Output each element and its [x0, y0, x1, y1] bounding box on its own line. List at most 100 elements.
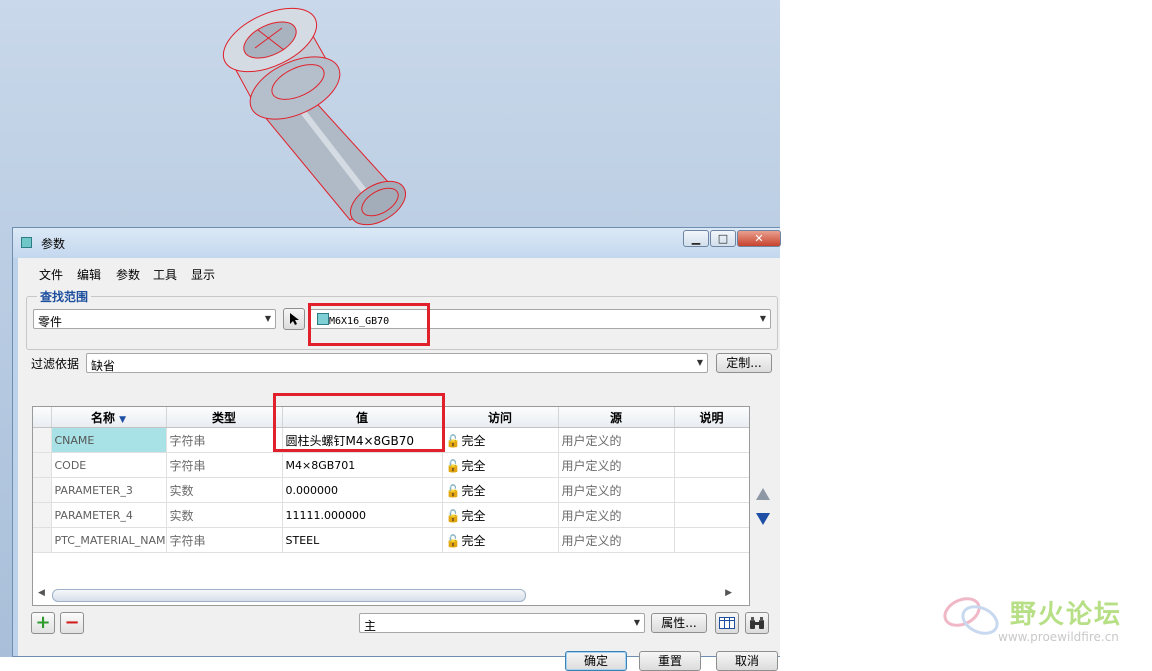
cell-access[interactable]: 🔓完全	[442, 477, 559, 503]
binoculars-icon	[750, 617, 764, 629]
header-value[interactable]: 值	[282, 407, 443, 428]
cell-type[interactable]: 实数	[166, 502, 283, 528]
header-rowhead	[33, 407, 52, 428]
watermark-logo-icon	[943, 597, 999, 635]
cell-source[interactable]: 用户定义的	[558, 527, 675, 553]
cell-access[interactable]: 🔓完全	[442, 527, 559, 553]
watermark-url: www.proewildfire.cn	[998, 630, 1119, 644]
scrollbar-thumb[interactable]	[52, 589, 526, 602]
row-header[interactable]	[33, 527, 52, 553]
menu-parameters[interactable]: 参数	[116, 266, 140, 283]
remove-parameter-button[interactable]: −	[60, 612, 84, 634]
customize-button[interactable]: 定制...	[716, 353, 772, 373]
lock-icon: 🔓	[445, 483, 461, 498]
cell-source[interactable]: 用户定义的	[558, 477, 675, 503]
main-select[interactable]: 主 ▼	[359, 613, 645, 633]
app-icon	[21, 237, 32, 248]
lock-icon: 🔓	[445, 433, 461, 448]
parameters-table[interactable]: 名称 ▼ 类型 值 访问 源 说明 CNAME 字符串 圆柱头螺钉M4×8GB7…	[32, 406, 750, 606]
move-up-icon[interactable]	[756, 488, 770, 500]
cursor-arrow-icon	[290, 313, 299, 325]
lock-icon: 🔓	[445, 508, 461, 523]
cell-source[interactable]: 用户定义的	[558, 502, 675, 528]
header-source[interactable]: 源	[558, 407, 675, 428]
cell-description[interactable]	[674, 527, 749, 553]
dialog-title: 参数	[41, 237, 66, 251]
cell-description[interactable]	[674, 502, 749, 528]
filter-label: 过滤依据	[31, 357, 80, 371]
chevron-down-icon: ▼	[264, 314, 271, 323]
menu-edit[interactable]: 编辑	[77, 266, 101, 283]
cell-value[interactable]: M4×8GB701	[282, 452, 443, 478]
cell-name[interactable]: PTC_MATERIAL_NAME	[51, 527, 167, 553]
header-type[interactable]: 类型	[166, 407, 283, 428]
properties-button[interactable]: 属性...	[651, 613, 707, 633]
cell-name[interactable]: PARAMETER_4	[51, 502, 167, 528]
filter-value: 缺省	[91, 359, 116, 373]
menu-file[interactable]: 文件	[39, 266, 63, 283]
part-icon	[317, 313, 329, 325]
row-header[interactable]	[33, 452, 52, 478]
cell-name[interactable]: CNAME	[51, 427, 167, 453]
cell-type[interactable]: 字符串	[166, 427, 283, 453]
scroll-left-icon[interactable]: ◀	[38, 588, 45, 598]
table-row[interactable]: PTC_MATERIAL_NAME 字符串 STEEL 🔓完全 用户定义的	[33, 527, 749, 553]
cell-value[interactable]: STEEL	[282, 527, 443, 553]
ok-button[interactable]: 确定	[565, 651, 627, 671]
table-header: 名称 ▼ 类型 值 访问 源 说明	[33, 407, 749, 428]
menu-tools[interactable]: 工具	[153, 266, 177, 283]
cell-type[interactable]: 实数	[166, 477, 283, 503]
lock-icon: 🔓	[445, 458, 461, 473]
select-pointer-button[interactable]	[283, 308, 305, 330]
table-row[interactable]: PARAMETER_3 实数 0.000000 🔓完全 用户定义的	[33, 477, 749, 503]
table-view-button[interactable]	[715, 612, 739, 634]
cell-name[interactable]: PARAMETER_3	[51, 477, 167, 503]
cell-type[interactable]: 字符串	[166, 452, 283, 478]
cell-value[interactable]: 圆柱头螺钉M4×8GB70	[282, 427, 443, 453]
chevron-down-icon: ▼	[696, 358, 703, 367]
cell-source[interactable]: 用户定义的	[558, 452, 675, 478]
watermark: 野火论坛 www.proewildfire.cn	[940, 590, 1150, 650]
cell-value[interactable]: 11111.000000	[282, 502, 443, 528]
binoculars-button[interactable]	[745, 612, 769, 634]
row-header[interactable]	[33, 477, 52, 503]
screw-model[interactable]	[0, 0, 780, 230]
model-value: M6X16_GB70	[329, 316, 390, 327]
cell-access[interactable]: 🔓完全	[442, 452, 559, 478]
header-name[interactable]: 名称 ▼	[51, 407, 167, 428]
table-row[interactable]: CNAME 字符串 圆柱头螺钉M4×8GB70 🔓完全 用户定义的	[33, 427, 749, 453]
model-select[interactable]: M6X16_GB70 ▼	[310, 309, 771, 329]
cell-value[interactable]: 0.000000	[282, 477, 443, 503]
row-header[interactable]	[33, 502, 52, 528]
reset-button[interactable]: 重置	[639, 651, 701, 671]
header-description[interactable]: 说明	[674, 407, 749, 428]
maximize-button[interactable]: □	[710, 230, 736, 247]
horizontal-scrollbar[interactable]: ◀ ▶	[36, 588, 736, 602]
cell-access[interactable]: 🔓完全	[442, 502, 559, 528]
cell-description[interactable]	[674, 427, 749, 453]
cell-source[interactable]: 用户定义的	[558, 427, 675, 453]
scroll-right-icon[interactable]: ▶	[725, 588, 732, 598]
chevron-down-icon: ▼	[759, 314, 766, 323]
table-row[interactable]: PARAMETER_4 实数 11111.000000 🔓完全 用户定义的	[33, 502, 749, 528]
add-parameter-button[interactable]: +	[31, 612, 55, 634]
cancel-button[interactable]: 取消	[716, 651, 778, 671]
cell-name[interactable]: CODE	[51, 452, 167, 478]
cell-description[interactable]	[674, 477, 749, 503]
cell-access[interactable]: 🔓完全	[442, 427, 559, 453]
title-bar[interactable]: 参数 ▁ □ ✕	[13, 228, 781, 258]
model-value-wrap: M6X16_GB70	[317, 313, 389, 327]
table-icon	[719, 617, 735, 629]
cell-description[interactable]	[674, 452, 749, 478]
filter-icon[interactable]: ▼	[119, 415, 126, 425]
cell-type[interactable]: 字符串	[166, 527, 283, 553]
row-header[interactable]	[33, 427, 52, 453]
table-row[interactable]: CODE 字符串 M4×8GB701 🔓完全 用户定义的	[33, 452, 749, 478]
header-access[interactable]: 访问	[442, 407, 559, 428]
minimize-button[interactable]: ▁	[683, 230, 709, 247]
menu-display[interactable]: 显示	[191, 266, 215, 283]
close-button[interactable]: ✕	[737, 230, 781, 247]
move-down-icon[interactable]	[756, 513, 770, 525]
scope-select[interactable]: 零件 ▼	[33, 309, 276, 329]
filter-select[interactable]: 缺省 ▼	[86, 353, 708, 373]
